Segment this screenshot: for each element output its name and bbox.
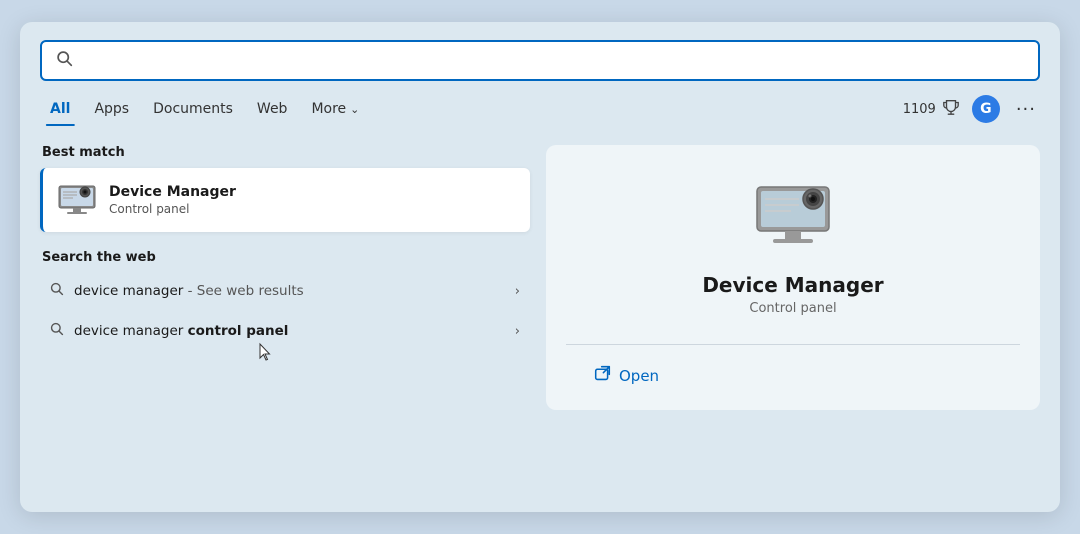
web-result-1-text: device manager - See web results xyxy=(74,283,505,299)
search-input[interactable]: device manager xyxy=(83,51,1024,71)
divider xyxy=(566,344,1020,345)
content-area: Best match xyxy=(40,145,1040,410)
chevron-down-icon: ⌄ xyxy=(350,103,359,116)
web-search-label: Search the web xyxy=(40,250,530,265)
best-match-label: Best match xyxy=(40,145,530,160)
open-label: Open xyxy=(619,367,659,385)
search-icon-web2 xyxy=(50,322,64,340)
right-panel: Device Manager Control panel Open xyxy=(546,145,1040,410)
search-bar: device manager xyxy=(40,40,1040,81)
avatar[interactable]: G xyxy=(972,95,1000,123)
search-panel: device manager All Apps Documents Web Mo… xyxy=(20,22,1060,512)
more-options-button[interactable]: ··· xyxy=(1012,97,1040,122)
badge-count-area: 1109 xyxy=(903,98,960,120)
web-result-2-text: device manager control panel xyxy=(74,323,505,339)
best-match-subtitle: Control panel xyxy=(109,202,236,216)
tab-more[interactable]: More ⌄ xyxy=(301,97,369,121)
header-right: 1109 G ··· xyxy=(903,95,1040,123)
tab-documents[interactable]: Documents xyxy=(143,97,243,121)
filter-tabs: All Apps Documents Web More ⌄ 1109 xyxy=(40,95,1040,127)
right-app-icon xyxy=(748,175,838,255)
search-icon-web1 xyxy=(50,282,64,300)
arrow-icon-2: › xyxy=(515,324,520,339)
trophy-icon xyxy=(942,98,960,120)
device-manager-icon xyxy=(57,180,97,220)
right-app-title: Device Manager xyxy=(702,273,883,297)
best-match-title: Device Manager xyxy=(109,184,236,200)
search-icon xyxy=(56,50,73,71)
tab-web[interactable]: Web xyxy=(247,97,298,121)
best-match-text: Device Manager Control panel xyxy=(109,184,236,216)
web-result-2[interactable]: device manager control panel › xyxy=(40,311,530,351)
open-button[interactable]: Open xyxy=(586,361,667,390)
arrow-icon-1: › xyxy=(515,284,520,299)
web-result-1[interactable]: device manager - See web results › xyxy=(40,271,530,311)
right-app-subtitle: Control panel xyxy=(749,301,836,316)
best-match-item[interactable]: Device Manager Control panel xyxy=(40,168,530,232)
open-icon xyxy=(594,365,611,386)
tab-apps[interactable]: Apps xyxy=(84,97,139,121)
badge-number: 1109 xyxy=(903,102,936,117)
tab-all[interactable]: All xyxy=(40,97,80,121)
left-panel: Best match xyxy=(40,145,530,410)
